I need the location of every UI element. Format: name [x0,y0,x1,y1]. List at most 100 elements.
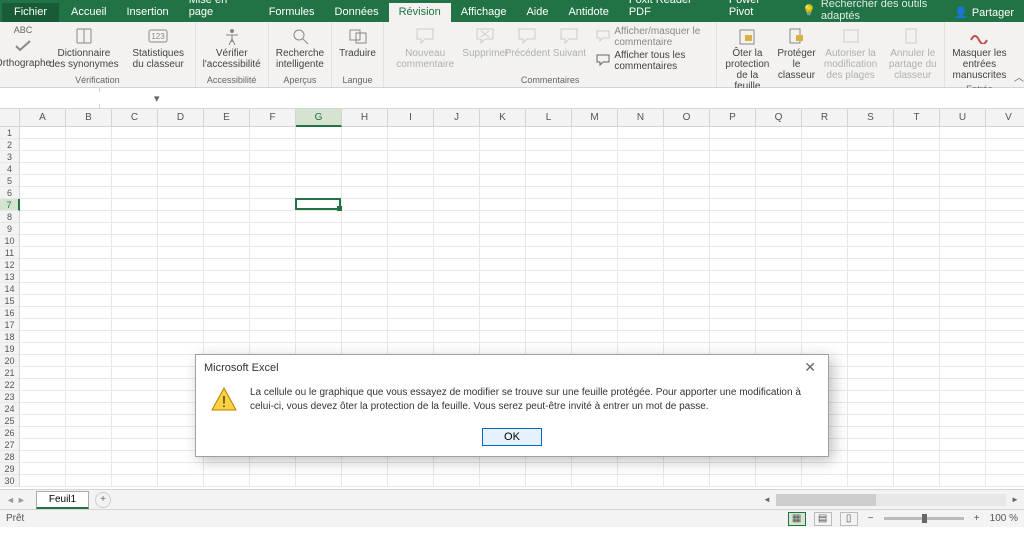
cell[interactable] [250,247,296,259]
view-page-break-button[interactable]: ▯ [840,512,858,526]
cell[interactable] [66,415,112,427]
cell[interactable] [986,343,1024,355]
cell[interactable] [296,475,342,487]
cell[interactable] [986,163,1024,175]
cell[interactable] [66,163,112,175]
cell[interactable] [20,223,66,235]
cell[interactable] [112,463,158,475]
workbook-stats-button[interactable]: 123 Statistiques du classeur [126,24,191,72]
cell[interactable] [204,139,250,151]
cell[interactable] [940,463,986,475]
cell[interactable] [526,463,572,475]
scroll-left-button[interactable]: ◄ [760,495,774,504]
cell[interactable] [526,283,572,295]
cell[interactable] [20,259,66,271]
cell[interactable] [158,151,204,163]
cell[interactable] [710,319,756,331]
cell[interactable] [388,247,434,259]
cell[interactable] [342,271,388,283]
cell[interactable] [664,175,710,187]
row-header[interactable]: 26 [0,427,20,439]
cell[interactable] [250,235,296,247]
cell[interactable] [710,223,756,235]
cell[interactable] [480,199,526,211]
cell[interactable] [158,319,204,331]
collapse-ribbon-button[interactable]: ︿ [1014,22,1024,87]
cell[interactable] [434,175,480,187]
row-header[interactable]: 7 [0,199,20,211]
cell[interactable] [434,307,480,319]
row-header[interactable]: 11 [0,247,20,259]
cell[interactable] [112,211,158,223]
cell[interactable] [664,235,710,247]
cell[interactable] [20,139,66,151]
cell[interactable] [434,295,480,307]
cell[interactable] [664,223,710,235]
cell[interactable] [618,187,664,199]
cell[interactable] [802,259,848,271]
column-header[interactable]: I [388,109,434,127]
cell[interactable] [940,331,986,343]
cell[interactable] [526,175,572,187]
cell[interactable] [20,247,66,259]
cell[interactable] [388,223,434,235]
cell[interactable] [158,235,204,247]
column-header[interactable]: N [618,109,664,127]
row-header[interactable]: 9 [0,223,20,235]
cell[interactable] [848,211,894,223]
zoom-in-button[interactable]: + [972,513,982,524]
cell[interactable] [894,127,940,139]
cell[interactable] [710,331,756,343]
cell[interactable] [894,151,940,163]
cell[interactable] [664,295,710,307]
cell[interactable] [940,451,986,463]
cell[interactable] [112,343,158,355]
tab-insert[interactable]: Insertion [116,3,178,22]
cell[interactable] [434,211,480,223]
cell[interactable] [618,307,664,319]
row-header[interactable]: 23 [0,391,20,403]
cell[interactable] [434,319,480,331]
spelling-button[interactable]: ABC Orthographe [4,24,42,71]
scroll-right-button[interactable]: ► [1008,495,1022,504]
cell[interactable] [940,223,986,235]
cell[interactable] [848,307,894,319]
cell[interactable] [848,379,894,391]
cell[interactable] [894,247,940,259]
allow-edit-ranges-button[interactable]: Autoriser la modification des plages [820,24,882,83]
cell[interactable] [894,319,940,331]
cell[interactable] [66,475,112,487]
cell[interactable] [710,211,756,223]
row-header[interactable]: 1 [0,127,20,139]
dialog-close-button[interactable]: ✕ [800,359,820,376]
cell[interactable] [986,355,1024,367]
cell[interactable] [710,463,756,475]
cell[interactable] [204,175,250,187]
cell[interactable] [894,139,940,151]
cell[interactable] [894,343,940,355]
cell[interactable] [894,187,940,199]
cell[interactable] [848,187,894,199]
cell[interactable] [296,175,342,187]
cell[interactable] [618,139,664,151]
dialog-ok-button[interactable]: OK [482,428,542,446]
cell[interactable] [664,475,710,487]
cell[interactable] [342,199,388,211]
cell[interactable] [802,223,848,235]
cell[interactable] [710,199,756,211]
cell[interactable] [894,199,940,211]
cell[interactable] [526,127,572,139]
cell[interactable] [112,391,158,403]
cell[interactable] [756,187,802,199]
cell[interactable] [434,463,480,475]
column-header[interactable]: U [940,109,986,127]
cell[interactable] [848,319,894,331]
cell[interactable] [342,139,388,151]
cell[interactable] [66,319,112,331]
cell[interactable] [572,307,618,319]
cell[interactable] [526,199,572,211]
row-header[interactable]: 27 [0,439,20,451]
cell[interactable] [802,187,848,199]
cell[interactable] [756,175,802,187]
cell[interactable] [204,331,250,343]
